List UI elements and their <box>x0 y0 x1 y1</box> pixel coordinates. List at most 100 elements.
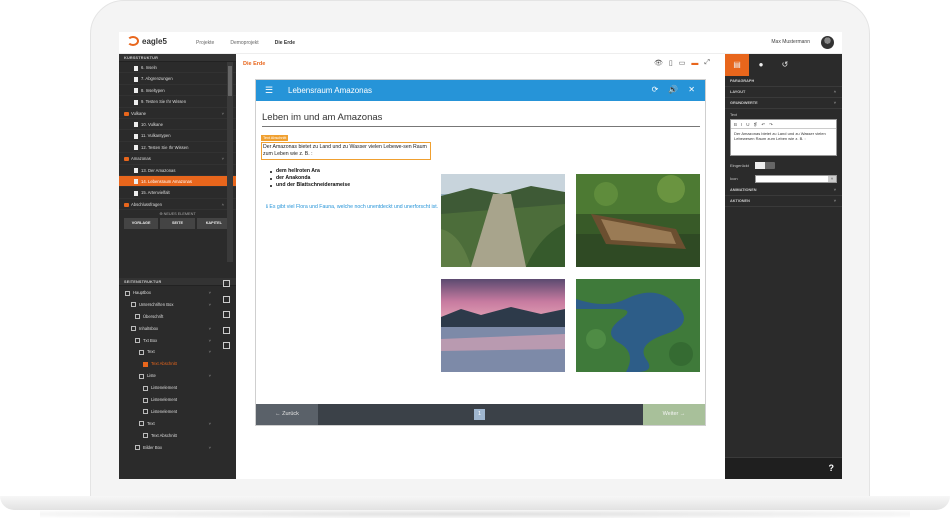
tree-page[interactable]: 6. Inseln <box>119 62 236 74</box>
underline-icon[interactable]: U <box>746 120 749 128</box>
tree-folder[interactable]: Abschlussfragen ˄ <box>119 199 236 211</box>
seite-button[interactable]: SEITE <box>160 218 195 230</box>
chevron-icon[interactable]: ˅ <box>222 108 224 119</box>
fullscreen-icon[interactable]: ⤢ <box>704 59 710 67</box>
chevron-down-icon[interactable]: ˅ <box>209 323 211 335</box>
menu-icon[interactable]: ☰ <box>265 85 273 96</box>
tree-scrollbar[interactable] <box>227 62 233 262</box>
tree-page[interactable]: 9. Testen Sie Ihr Wissen <box>119 96 236 108</box>
chevron-down-icon[interactable]: ˅ <box>209 287 211 299</box>
tree-page[interactable]: 8. Inseltypen <box>119 85 236 97</box>
structure-item[interactable]: Listenelement <box>119 394 217 406</box>
nav-die-erde[interactable]: Die Erde <box>275 40 295 46</box>
tree-page[interactable]: 11. Vulkantypen <box>119 130 236 142</box>
structure-item[interactable]: Überschrift <box>119 311 217 323</box>
nav-demoprojekt[interactable]: Demoprojekt <box>230 40 258 46</box>
structure-item[interactable]: Listenelement <box>119 406 217 418</box>
tree-page[interactable]: 7. Abgrenzungen <box>119 73 236 85</box>
user-name[interactable]: Max Mustermann <box>771 39 810 45</box>
chevron-down-icon[interactable]: ˅ <box>209 346 211 358</box>
chevron-down-icon[interactable]: ˅ <box>209 442 211 454</box>
page-icon <box>134 65 138 71</box>
properties-tab-icon[interactable]: ▤ <box>725 54 749 76</box>
nav-projekte[interactable]: Projekte <box>196 40 214 46</box>
info-text[interactable]: ℹ Es gibt viel Flora und Fauna, welche n… <box>266 204 441 211</box>
back-button[interactable]: ← Zurück <box>256 404 318 425</box>
river-image[interactable] <box>441 174 565 267</box>
editor-content[interactable]: Der Amazonas bietet zu Land und zu Wasse… <box>731 129 836 143</box>
tree-page[interactable]: 12. Testen Sie Ihr Wissen <box>119 142 236 154</box>
tree-page[interactable]: 15. Artenvielfalt <box>119 187 236 199</box>
chevron-icon[interactable]: ˅ <box>222 153 224 164</box>
phone-icon[interactable]: ▯ <box>669 59 673 67</box>
structure-item[interactable]: Inhaltsbox ˅ <box>119 323 217 335</box>
tree-page[interactable]: 13. Der Amazonas <box>119 165 236 176</box>
list-item[interactable]: und der Blattschneiderameise <box>270 182 350 189</box>
sunset-lake-image[interactable] <box>441 279 565 372</box>
tablet-icon[interactable]: ▭ <box>679 59 686 67</box>
eye-icon[interactable]: 👁 <box>654 59 663 67</box>
structure-item[interactable]: Text ˅ <box>119 346 217 358</box>
link-icon[interactable]: ❡ <box>754 120 758 128</box>
help-icon[interactable]: ? <box>829 463 835 473</box>
tree-item-label: 8. Inseltypen <box>141 87 165 93</box>
tree-item-label: 15. Artenvielfalt <box>141 190 170 196</box>
image-text-tool-icon[interactable] <box>223 295 230 303</box>
animationen-section[interactable]: ANIMATIONEN ˅ <box>725 185 842 196</box>
list-item[interactable]: der Anakonda <box>270 175 350 182</box>
chevron-down-icon[interactable]: ˅ <box>209 418 211 430</box>
image-tool-icon[interactable] <box>223 311 230 318</box>
redo-icon[interactable]: ↷ <box>769 120 773 128</box>
structure-item[interactable]: Hauptbox ˅ <box>119 287 217 299</box>
layout-tool-icon[interactable] <box>223 280 230 287</box>
structure-item[interactable]: Text Abschnitt <box>119 358 217 370</box>
audio-icon[interactable]: 🔊 <box>668 85 678 94</box>
kapitel-button[interactable]: KAPITEL <box>196 218 231 230</box>
history-tab-icon[interactable]: ↺ <box>773 54 797 76</box>
structure-item[interactable]: Liste ˅ <box>119 370 217 382</box>
logo[interactable]: eagle5 <box>127 36 167 46</box>
chevron-down-icon[interactable]: ˅ <box>209 299 211 311</box>
refresh-icon[interactable]: ⟳ <box>652 85 659 94</box>
chevron-down-icon[interactable]: ˅ <box>209 335 211 347</box>
tree-item-label: Amazonas <box>131 156 151 162</box>
structure-item[interactable]: Unterschriften Box ˅ <box>119 299 217 311</box>
tree-folder[interactable]: Amazonas ˅ <box>119 153 236 165</box>
list-item[interactable]: dem hellroten Ara <box>270 168 350 175</box>
italic-icon[interactable]: I <box>741 120 742 128</box>
quiz-tool-icon[interactable] <box>223 326 230 334</box>
aktionen-section[interactable]: AKTIONEN ˅ <box>725 196 842 207</box>
structure-item[interactable]: Listenelement <box>119 382 217 394</box>
indent-toggle[interactable] <box>755 162 775 169</box>
bold-icon[interactable]: B <box>734 120 737 128</box>
avatar[interactable] <box>821 36 834 49</box>
structure-item[interactable]: Txt Box ˅ <box>119 335 217 347</box>
structure-item[interactable]: Text Abschnitt <box>119 430 217 442</box>
tree-folder[interactable]: Vulkane ˅ <box>119 108 236 119</box>
vorlage-button[interactable]: VORLAGE <box>124 218 159 230</box>
tree-page[interactable]: 14. Lebensraum Amazonas <box>119 175 236 188</box>
course-tree: 6. Inseln 7. Abgrenzungen 8. Inseltypen 9. … <box>119 62 236 211</box>
page-heading: Leben im und am Amazonas <box>262 112 383 123</box>
box-icon <box>135 445 140 451</box>
page-indicator[interactable]: 1 <box>474 409 485 420</box>
comments-tab-icon[interactable]: ● <box>749 54 773 76</box>
aerial-river-image[interactable] <box>576 279 700 372</box>
grundwerte-section[interactable]: GRUNDWERTE ˅ <box>725 98 842 109</box>
breadcrumb[interactable]: Die Erde <box>243 61 265 67</box>
structure-item[interactable]: Text ˅ <box>119 418 217 430</box>
text-editor[interactable]: B I U ❡ ↶ ↷ Der Amazonas bietet zu Land … <box>730 119 837 156</box>
chevron-down-icon[interactable]: ˅ <box>209 370 211 382</box>
undo-icon[interactable]: ↶ <box>761 120 765 128</box>
chevron-icon[interactable]: ˄ <box>222 199 224 210</box>
boat-image[interactable] <box>576 174 700 267</box>
selected-paragraph[interactable]: Der Amazonas bietet zu Land und zu Wasse… <box>261 142 431 160</box>
media-tool-icon[interactable] <box>223 342 230 349</box>
layout-section[interactable]: LAYOUT ˄ <box>725 87 842 98</box>
close-icon[interactable]: ✕ <box>688 85 695 94</box>
structure-item[interactable]: Bilder Box ˅ <box>119 442 217 454</box>
icon-select[interactable]: ˅ <box>755 175 837 183</box>
next-button[interactable]: Weiter → <box>643 404 705 425</box>
tree-page[interactable]: 10. Vulkane <box>119 119 236 131</box>
desktop-icon[interactable]: ▬ <box>691 60 698 67</box>
